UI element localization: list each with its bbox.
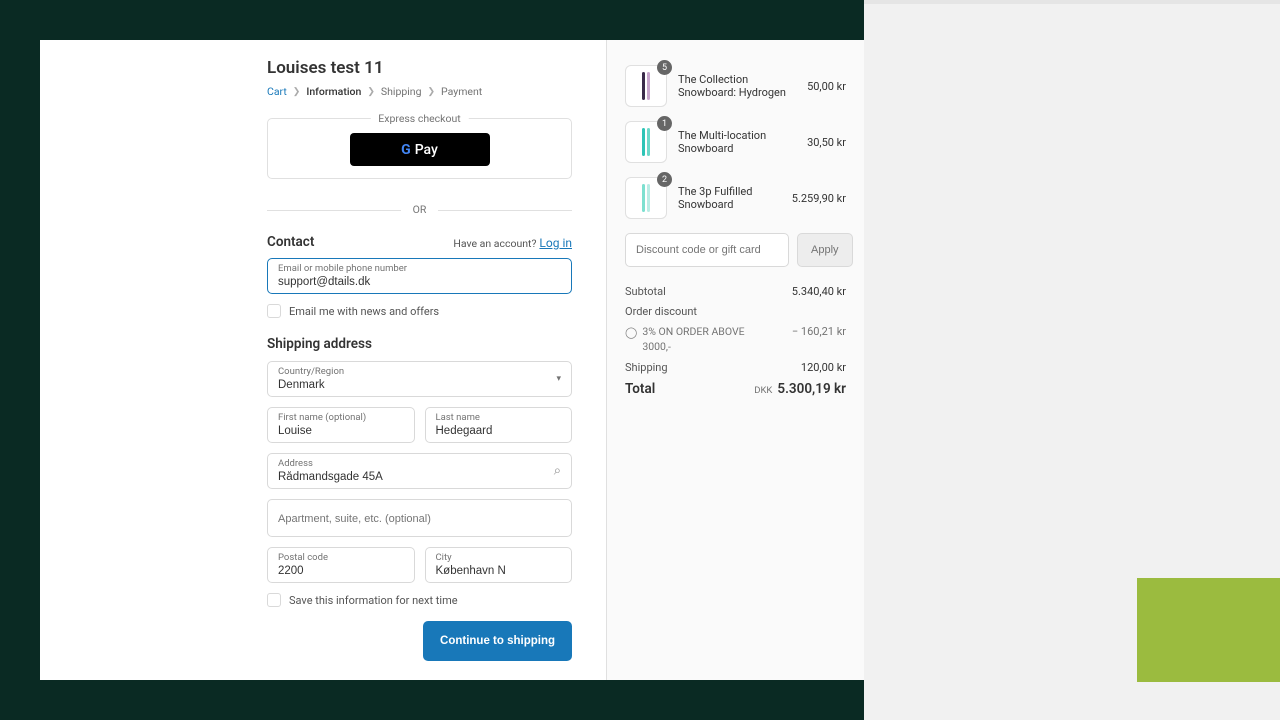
product-thumb: 1 xyxy=(625,121,667,163)
news-checkbox[interactable] xyxy=(267,304,281,318)
google-logo-icon: G xyxy=(401,142,411,158)
total-value: 5.300,19 kr xyxy=(777,381,846,397)
apartment-input[interactable] xyxy=(278,513,561,525)
product-thumb: 5 xyxy=(625,65,667,107)
postal-input[interactable] xyxy=(278,565,404,577)
chevron-right-icon: ❯ xyxy=(367,87,375,97)
qty-badge: 1 xyxy=(657,116,672,131)
apartment-field[interactable] xyxy=(267,499,572,537)
country-value[interactable] xyxy=(278,379,561,391)
gpay-text: Pay xyxy=(415,142,438,158)
address-input[interactable] xyxy=(278,471,561,483)
google-pay-button[interactable]: G Pay xyxy=(350,133,490,166)
store-title: Louises test 11 xyxy=(267,58,572,78)
discount-input[interactable] xyxy=(625,233,789,267)
currency-code: DKK xyxy=(754,385,772,396)
save-info-label: Save this information for next time xyxy=(289,594,458,607)
chevron-right-icon: ❯ xyxy=(428,87,436,97)
tag-icon: ◯ xyxy=(625,326,637,339)
apply-button[interactable]: Apply xyxy=(797,233,853,267)
or-divider: OR xyxy=(267,203,572,216)
chevron-right-icon: ❯ xyxy=(293,87,301,97)
discount-value: − 160,21 kr xyxy=(792,325,846,338)
postal-label: Postal code xyxy=(278,552,404,563)
express-checkout-box: Express checkout G Pay xyxy=(267,118,572,179)
postal-field[interactable]: Postal code xyxy=(267,547,415,583)
shipping-heading: Shipping address xyxy=(267,336,572,352)
have-account-text: Have an account? xyxy=(453,237,536,250)
item-price: 30,50 kr xyxy=(807,136,846,149)
city-label: City xyxy=(436,552,562,563)
cart-item: 2 The 3p Fulfilled Snowboard 5.259,90 kr xyxy=(625,177,846,219)
shipping-cost-label: Shipping xyxy=(625,361,668,374)
cart-item: 1 The Multi-location Snowboard 30,50 kr xyxy=(625,121,846,163)
country-label: Country/Region xyxy=(278,366,561,377)
total-label: Total xyxy=(625,381,655,397)
last-name-label: Last name xyxy=(436,412,562,423)
item-name: The 3p Fulfilled Snowboard xyxy=(678,185,781,211)
last-name-input[interactable] xyxy=(436,425,562,437)
city-input[interactable] xyxy=(436,565,562,577)
form-column: Louises test 11 Cart ❯ Information ❯ Shi… xyxy=(40,40,606,680)
login-link[interactable]: Log in xyxy=(539,236,572,250)
breadcrumb: Cart ❯ Information ❯ Shipping ❯ Payment xyxy=(267,85,572,98)
decorative-block xyxy=(1137,578,1280,682)
subtotal-value: 5.340,40 kr xyxy=(792,285,846,298)
item-price: 5.259,90 kr xyxy=(792,192,846,205)
cart-item: 5 The Collection Snowboard: Hydrogen 50,… xyxy=(625,65,846,107)
breadcrumb-payment: Payment xyxy=(441,85,482,98)
order-discount-label: Order discount xyxy=(625,305,697,318)
first-name-label: First name (optional) xyxy=(278,412,404,423)
address-field[interactable]: Address ⌕ xyxy=(267,453,572,489)
item-price: 50,00 kr xyxy=(807,80,846,93)
item-name: The Multi-location Snowboard xyxy=(678,129,796,155)
address-label: Address xyxy=(278,458,561,469)
breadcrumb-cart[interactable]: Cart xyxy=(267,85,287,98)
first-name-field[interactable]: First name (optional) xyxy=(267,407,415,443)
country-select[interactable]: Country/Region ▾ xyxy=(267,361,572,397)
continue-button[interactable]: Continue to shipping xyxy=(423,621,572,661)
first-name-input[interactable] xyxy=(278,425,404,437)
last-name-field[interactable]: Last name xyxy=(425,407,573,443)
news-checkbox-label: Email me with news and offers xyxy=(289,305,439,318)
qty-badge: 5 xyxy=(657,60,672,75)
city-field[interactable]: City xyxy=(425,547,573,583)
contact-heading: Contact xyxy=(267,234,314,250)
order-summary: 5 The Collection Snowboard: Hydrogen 50,… xyxy=(606,40,864,680)
express-checkout-label: Express checkout xyxy=(370,112,468,125)
product-thumb: 2 xyxy=(625,177,667,219)
item-name: The Collection Snowboard: Hydrogen xyxy=(678,73,796,99)
save-info-checkbox[interactable] xyxy=(267,593,281,607)
qty-badge: 2 xyxy=(657,172,672,187)
breadcrumb-shipping: Shipping xyxy=(381,85,422,98)
search-icon: ⌕ xyxy=(554,464,561,479)
email-label: Email or mobile phone number xyxy=(278,263,561,274)
email-input[interactable] xyxy=(278,276,561,288)
shipping-cost-value: 120,00 kr xyxy=(801,361,846,374)
breadcrumb-information: Information xyxy=(306,85,361,98)
email-field[interactable]: Email or mobile phone number xyxy=(267,258,572,294)
checkout-window: Louises test 11 Cart ❯ Information ❯ Shi… xyxy=(40,40,864,680)
discount-name: 3% ON ORDER ABOVE 3000,- xyxy=(642,325,762,354)
subtotal-label: Subtotal xyxy=(625,285,666,298)
